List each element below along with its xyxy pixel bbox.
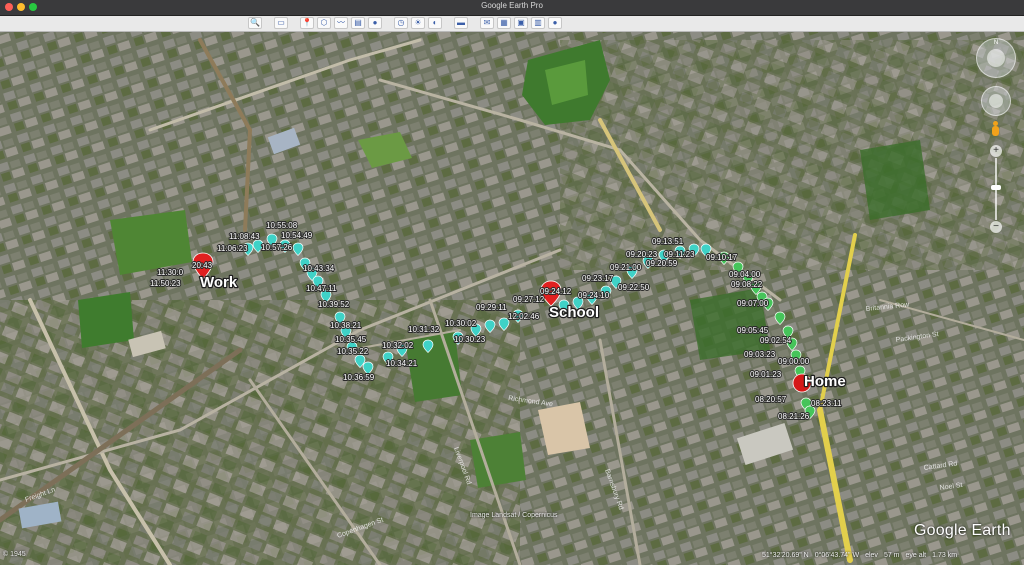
time-label: 09:22:50	[618, 283, 650, 292]
ruler-icon[interactable]: ▬	[454, 17, 468, 29]
move-navigation-control[interactable]	[981, 86, 1011, 116]
time-label: 11:30:0	[157, 268, 184, 277]
eye-altitude-readout: 1.73 km	[932, 552, 958, 559]
time-label: 10:39:52	[318, 300, 350, 309]
place-label-work: Work	[200, 274, 238, 291]
google-earth-window: Google Earth Pro 🔍 ▭ 📍 ⬡ 〰 ▤ ● ◷ ☀ ◐ ▬ ✉…	[0, 0, 1024, 565]
time-label: 10:32:02	[382, 341, 414, 350]
toolbar: 🔍 ▭ 📍 ⬡ 〰 ▤ ● ◷ ☀ ◐ ▬ ✉ ▦ ▣ ▥ ●	[0, 16, 1024, 32]
title-bar: Google Earth Pro	[0, 0, 1024, 16]
window-title: Google Earth Pro	[481, 1, 543, 10]
time-label: 09:08:22	[731, 280, 763, 289]
overlay-icon[interactable]: ▤	[351, 17, 365, 29]
time-label: 11:08:43	[229, 232, 260, 241]
tour-icon[interactable]: ●	[368, 17, 382, 29]
time-label: 10:30:23	[454, 335, 486, 344]
time-label: 10:36:59	[343, 373, 375, 382]
google-earth-logo: Google Earth	[914, 522, 1011, 539]
maps-icon[interactable]: ▥	[531, 17, 545, 29]
time-label: 10:43:34	[303, 264, 335, 273]
sun-icon[interactable]: ☀	[411, 17, 425, 29]
time-label: 09:24:10	[578, 291, 610, 300]
time-label: 09:11:23	[664, 250, 695, 259]
time-label: 09:27:12	[513, 295, 545, 304]
time-label: 11:06:23	[217, 244, 248, 253]
time-label: 09:07:00	[737, 299, 769, 308]
search-icon[interactable]: 🔍	[248, 17, 262, 29]
north-indicator: N	[993, 40, 999, 46]
time-label: 10:55:08	[266, 221, 298, 230]
email-icon[interactable]: ✉	[480, 17, 494, 29]
zoom-out-button[interactable]: −	[990, 221, 1002, 233]
look-navigation-control[interactable]: N	[976, 38, 1016, 78]
latitude-readout: 51°32'20.69" N	[762, 552, 809, 559]
planets-icon[interactable]: ◐	[428, 17, 442, 29]
time-label: 09:00:00	[778, 357, 810, 366]
status-bar: 51°32'20.69" N 0°06'43.74" W elev 57 m e…	[762, 552, 957, 559]
time-label: 09:24:12	[540, 287, 572, 296]
imagery-date: © 1945	[3, 551, 26, 558]
time-label: 09:23:17	[582, 274, 614, 283]
time-label: 10:31:32	[408, 325, 440, 334]
elevation-readout: 57 m	[883, 552, 900, 559]
time-label: 08:21:26	[778, 412, 810, 421]
path-icon[interactable]: 〰	[334, 17, 348, 29]
imagery-copyright: Image Landsat / Copernicus	[470, 512, 558, 519]
sidebar-icon[interactable]: ▭	[274, 17, 288, 29]
time-label: 10:38:21	[330, 321, 362, 330]
toolbar-button-group: 🔍 ▭ 📍 ⬡ 〰 ▤ ● ◷ ☀ ◐ ▬ ✉ ▦ ▣ ▥ ●	[248, 17, 562, 30]
time-label: 08:23:11	[811, 399, 842, 408]
eye-altitude-label: eye alt	[905, 552, 927, 559]
time-label: 10:34:21	[386, 359, 418, 368]
place-label-home: Home	[804, 373, 846, 390]
polygon-icon[interactable]: ⬡	[317, 17, 331, 29]
time-label: 09:20:23	[626, 250, 658, 259]
time-label: 10:35:45	[335, 335, 367, 344]
zoom-in-button[interactable]: +	[990, 145, 1002, 157]
time-label: 08:20:57	[755, 395, 787, 404]
zoom-slider[interactable]: + −	[990, 145, 1002, 233]
time-label: 09:10:17	[706, 253, 738, 262]
time-label: 10:47:11	[306, 284, 337, 293]
time-label: 10:35:22	[337, 347, 369, 356]
time-label: 09:01:23	[750, 370, 782, 379]
print-icon[interactable]: ▦	[497, 17, 511, 29]
look-joystick[interactable]	[987, 49, 1005, 67]
historical-imagery-icon[interactable]: ◷	[394, 17, 408, 29]
time-label: 09:03:23	[744, 350, 776, 359]
time-label: 09:02:54	[760, 336, 792, 345]
place-label-school: School	[549, 304, 599, 321]
time-label: 09:04:00	[729, 270, 761, 279]
time-label: 10:54:49	[281, 231, 313, 240]
time-label: 11:50:23	[150, 279, 181, 288]
placemark-icon[interactable]: 📍	[300, 17, 314, 29]
map-view[interactable]: Copenhagen St Richmond Ave Barnsbury Rd …	[0, 32, 1024, 565]
time-label: 09:20:59	[646, 259, 678, 268]
time-label: 20:43	[192, 261, 213, 270]
time-label: 09:05:45	[737, 326, 769, 335]
save-image-icon[interactable]: ▣	[514, 17, 528, 29]
time-label: 10:30:02	[445, 319, 477, 328]
time-label: 09:21:00	[610, 263, 642, 272]
time-label: 09:29:11	[476, 303, 507, 312]
earth-icon[interactable]: ●	[548, 17, 562, 29]
time-label: 12:02:46	[508, 312, 540, 321]
street-view-pegman-icon[interactable]	[991, 121, 1000, 137]
zoom-slider-thumb[interactable]	[991, 185, 1001, 190]
longitude-readout: 0°06'43.74" W	[814, 552, 860, 559]
time-label: 09:13:51	[652, 237, 684, 246]
elevation-label: elev	[865, 552, 878, 559]
time-label: 10:57:26	[261, 243, 293, 252]
move-joystick[interactable]	[989, 94, 1003, 108]
